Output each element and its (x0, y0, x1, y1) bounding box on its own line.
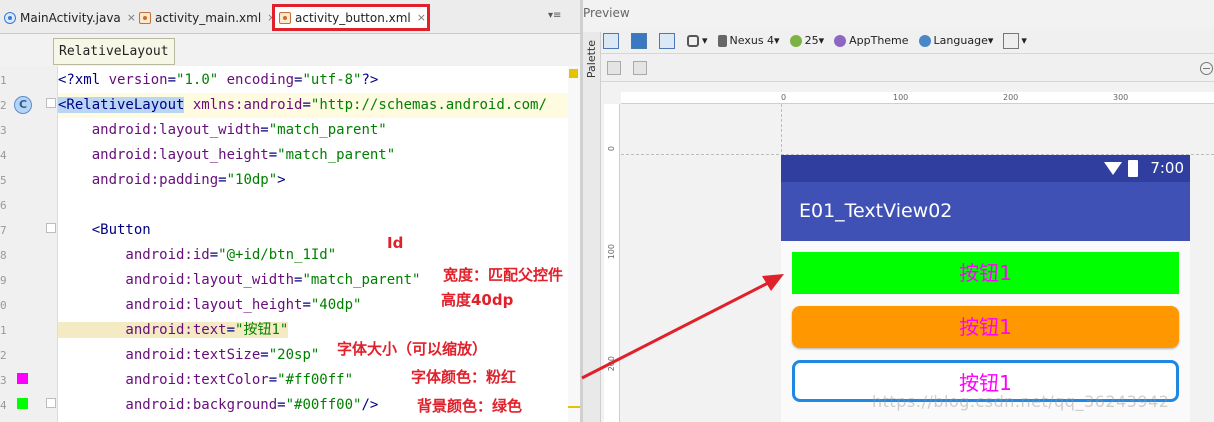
ide-window: MainActivity.java × activity_main.xml × … (0, 0, 1214, 422)
annotation-arrow (581, 274, 784, 380)
